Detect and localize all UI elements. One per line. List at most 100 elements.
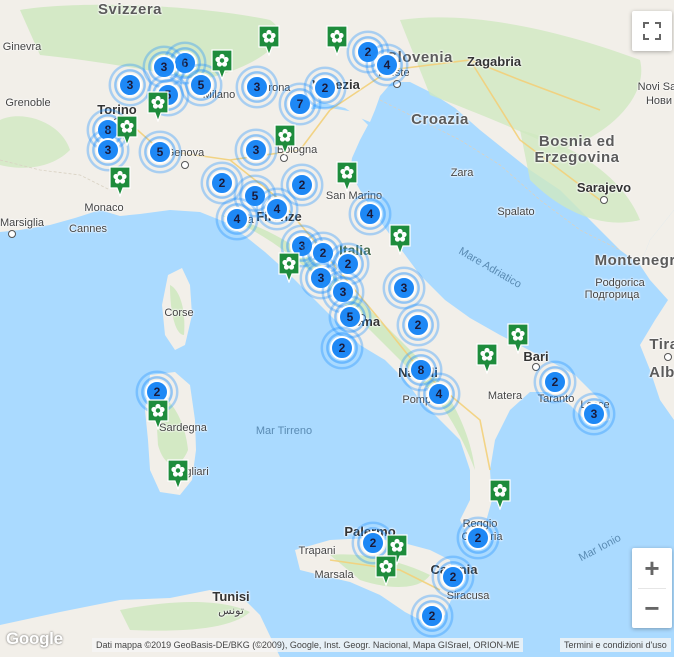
city-dot <box>181 161 189 169</box>
cluster-marker[interactable]: 2 <box>533 360 577 404</box>
city-dot <box>600 196 608 204</box>
cluster-marker[interactable]: 2 <box>303 66 347 110</box>
cluster-count: 2 <box>369 536 377 550</box>
cluster-count: 4 <box>366 207 374 221</box>
city-label: Cannes <box>69 223 107 235</box>
cluster-count: 4 <box>435 387 443 401</box>
cluster-marker[interactable]: 2 <box>410 594 454 638</box>
cluster-marker[interactable]: 2 <box>320 326 364 370</box>
cluster-marker[interactable]: 4 <box>365 43 409 87</box>
location-pin[interactable] <box>325 25 349 57</box>
country-label: Erzegovina <box>534 149 620 166</box>
location-pin[interactable] <box>277 252 301 284</box>
cluster-marker[interactable]: 2 <box>396 303 440 347</box>
cluster-dot: 4 <box>225 207 249 231</box>
location-pin[interactable] <box>108 166 132 198</box>
location-pin[interactable] <box>388 224 412 256</box>
location-pin[interactable] <box>488 479 512 511</box>
cluster-dot: 4 <box>375 53 399 77</box>
cluster-count: 2 <box>428 609 436 623</box>
cluster-count: 4 <box>383 58 391 72</box>
cluster-count: 4 <box>273 202 281 216</box>
fullscreen-button[interactable] <box>632 11 672 51</box>
flower-icon <box>274 124 296 156</box>
city-label: Zara <box>450 167 474 179</box>
city-label: Подгорица <box>584 289 640 301</box>
city-label: Trapani <box>298 545 336 557</box>
location-pin[interactable] <box>166 459 190 491</box>
cluster-count: 3 <box>400 281 408 295</box>
zoom-controls: + − <box>632 548 672 628</box>
zoom-divider <box>638 588 666 589</box>
city-label-arabic: تونس <box>218 605 244 617</box>
zoom-out-button[interactable]: − <box>632 588 672 628</box>
city-label: Grenoble <box>5 97 51 109</box>
city-label: Sarajevo <box>576 180 632 195</box>
map-attribution: Dati mappa ©2019 GeoBasis-DE/BKG (©2009)… <box>92 638 524 652</box>
cluster-dot: 2 <box>210 171 234 195</box>
flower-icon <box>336 161 358 193</box>
location-pin[interactable] <box>335 161 359 193</box>
location-pin[interactable] <box>475 343 499 375</box>
cluster-dot: 2 <box>466 526 490 550</box>
cluster-count: 2 <box>551 375 559 389</box>
cluster-count: 3 <box>160 60 168 74</box>
cluster-marker[interactable]: 4 <box>348 192 392 236</box>
flower-icon <box>278 252 300 284</box>
cluster-marker[interactable]: 4 <box>417 372 461 416</box>
city-label: Tunisi <box>212 589 250 604</box>
cluster-marker[interactable]: 2 <box>431 555 475 599</box>
zoom-in-button[interactable]: + <box>632 548 672 588</box>
sea-label: Mar Tirreno <box>255 425 313 437</box>
terms-link[interactable]: Termini e condizioni d'uso <box>560 638 671 652</box>
cluster-dot: 2 <box>313 76 337 100</box>
cluster-count: 3 <box>104 143 112 157</box>
cluster-count: 5 <box>156 145 164 159</box>
city-label: Marsala <box>314 569 354 581</box>
flower-icon <box>389 224 411 256</box>
location-pin[interactable] <box>273 124 297 156</box>
location-pin[interactable] <box>115 115 139 147</box>
cluster-marker[interactable]: 5 <box>138 130 182 174</box>
city-label: Zagabria <box>466 54 522 69</box>
location-pin[interactable] <box>506 323 530 355</box>
map-canvas[interactable]: Svizzera Slovenia Croazia Bosnia ed Erzegovi… <box>0 0 674 657</box>
cluster-count: 3 <box>126 78 134 92</box>
cluster-dot: 4 <box>358 202 382 226</box>
cluster-marker[interactable]: 3 <box>235 65 279 109</box>
cluster-marker[interactable]: 4 <box>255 187 299 231</box>
cluster-marker[interactable]: 3 <box>572 392 616 436</box>
location-pin[interactable] <box>374 555 398 587</box>
cluster-count: 3 <box>590 407 598 421</box>
cluster-dot: 5 <box>148 140 172 164</box>
location-pin[interactable] <box>146 91 170 123</box>
cluster-count: 2 <box>338 341 346 355</box>
cluster-dot: 3 <box>582 402 606 426</box>
cluster-marker[interactable]: 4 <box>215 197 259 241</box>
flower-icon <box>326 25 348 57</box>
flower-icon <box>116 115 138 147</box>
flower-icon <box>375 555 397 587</box>
city-dot <box>280 154 288 162</box>
cluster-dot: 3 <box>245 75 269 99</box>
flower-icon <box>147 399 169 431</box>
cluster-count: 2 <box>153 385 161 399</box>
google-logo[interactable]: Google <box>6 629 63 649</box>
cluster-count: 5 <box>346 310 354 324</box>
flower-icon <box>476 343 498 375</box>
location-pin[interactable] <box>257 25 281 57</box>
city-label: Corse <box>164 307 194 319</box>
cluster-marker[interactable]: 3 <box>234 128 278 172</box>
cluster-count: 2 <box>449 570 457 584</box>
cluster-count: 4 <box>233 212 241 226</box>
location-pin[interactable] <box>146 399 170 431</box>
city-label: Novi Sad <box>637 81 674 93</box>
location-pin[interactable] <box>210 49 234 81</box>
cluster-dot: 2 <box>406 313 430 337</box>
cluster-marker[interactable]: 2 <box>456 516 500 560</box>
flower-icon <box>489 479 511 511</box>
country-label: Tira <box>649 336 674 353</box>
cluster-count: 2 <box>298 178 306 192</box>
cluster-dot: 2 <box>441 565 465 589</box>
cluster-dot: 2 <box>420 604 444 628</box>
